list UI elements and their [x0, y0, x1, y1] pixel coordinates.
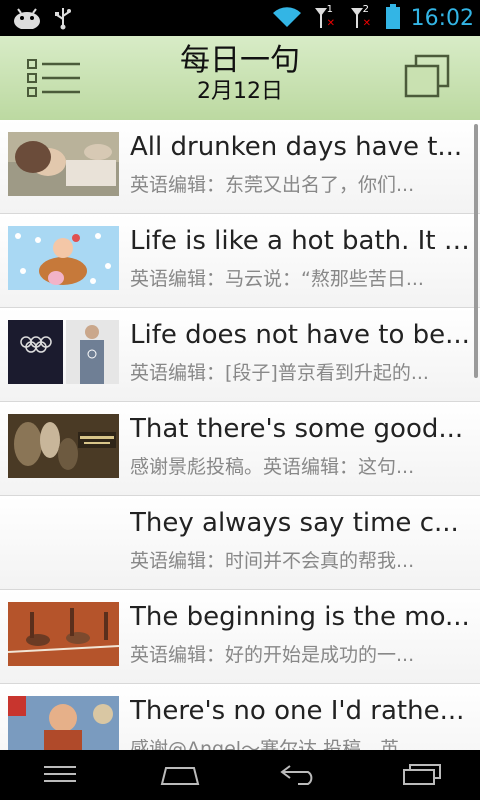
list-menu-icon[interactable] [26, 58, 82, 98]
list-item[interactable]: Life does not have to be... 英语编辑：[段子]普京看… [0, 308, 480, 402]
item-subtitle: 感谢@Angel～寒尔达 投稿。英... [130, 738, 418, 750]
item-title: Life is like a hot bath. It f... [130, 226, 470, 256]
status-bar: 1 ✕ 2 ✕ 16:02 [0, 0, 480, 36]
home-icon[interactable] [158, 762, 202, 788]
page-date: 2月12日 [197, 79, 283, 104]
list-item[interactable]: All drunken days have t... 英语编辑：东莞又出名了，你… [0, 120, 480, 214]
clock: 16:02 [410, 6, 474, 31]
sim1-label: 1 [326, 4, 333, 15]
olympic-rings-photo [8, 320, 119, 384]
list-item[interactable]: There's no one I'd rathe... 感谢@Angel～寒尔达… [0, 684, 480, 750]
back-icon[interactable] [278, 762, 322, 788]
item-subtitle: 英语编辑：马云说：“熬那些苦日... [130, 268, 424, 290]
list-item[interactable]: Life is like a hot bath. It f... 英语编辑：马云… [0, 214, 480, 308]
list-item[interactable]: That there's some good... 感谢景彪投稿。英语编辑：这句… [0, 402, 480, 496]
item-title: They always say time c... [130, 508, 459, 538]
runners-start-photo [8, 602, 119, 666]
list-scrollbar[interactable] [474, 124, 478, 378]
usb-icon [54, 6, 72, 34]
wifi-icon [271, 5, 303, 33]
signal-2-icon: 2 ✕ [349, 4, 375, 32]
app-header: 每日一句 2月12日 [0, 36, 480, 120]
item-subtitle: 英语编辑：[段子]普京看到升起的... [130, 362, 429, 384]
item-title: Life does not have to be... [130, 320, 470, 350]
item-title: The beginning is the mo... [130, 602, 470, 632]
list-item[interactable]: They always say time c... 英语编辑：时间并不会真的帮我… [0, 496, 480, 590]
item-title: That there's some good... [130, 414, 464, 444]
item-subtitle: 英语编辑：时间并不会真的帮我... [130, 550, 415, 572]
item-subtitle: 英语编辑：好的开始是成功的一... [130, 644, 415, 666]
menu-icon[interactable] [42, 762, 82, 788]
page-title: 每日一句 [180, 43, 300, 78]
item-title: All drunken days have t... [130, 132, 463, 162]
recents-icon[interactable] [400, 762, 444, 788]
cartoon-bath-photo [8, 226, 119, 290]
woman-lying-photo [8, 132, 119, 196]
copy-icon[interactable] [402, 54, 452, 100]
signal-1-icon: 1 ✕ [313, 4, 339, 32]
item-subtitle: 英语编辑：东莞又出名了，你们... [130, 174, 415, 196]
navigation-bar [0, 750, 480, 800]
sim2-label: 2 [362, 4, 369, 15]
sentence-list: All drunken days have t... 英语编辑：东莞又出名了，你… [0, 120, 480, 750]
battery-icon [385, 4, 401, 34]
android-icon [12, 7, 42, 33]
wreck-it-ralph-photo [8, 696, 119, 750]
lord-of-the-rings-photo [8, 414, 119, 478]
item-title: There's no one I'd rathe... [130, 696, 465, 726]
list-item[interactable]: The beginning is the mo... 英语编辑：好的开始是成功的… [0, 590, 480, 684]
item-subtitle: 感谢景彪投稿。英语编辑：这句... [130, 456, 415, 478]
title-block: 每日一句 2月12日 [120, 42, 360, 106]
